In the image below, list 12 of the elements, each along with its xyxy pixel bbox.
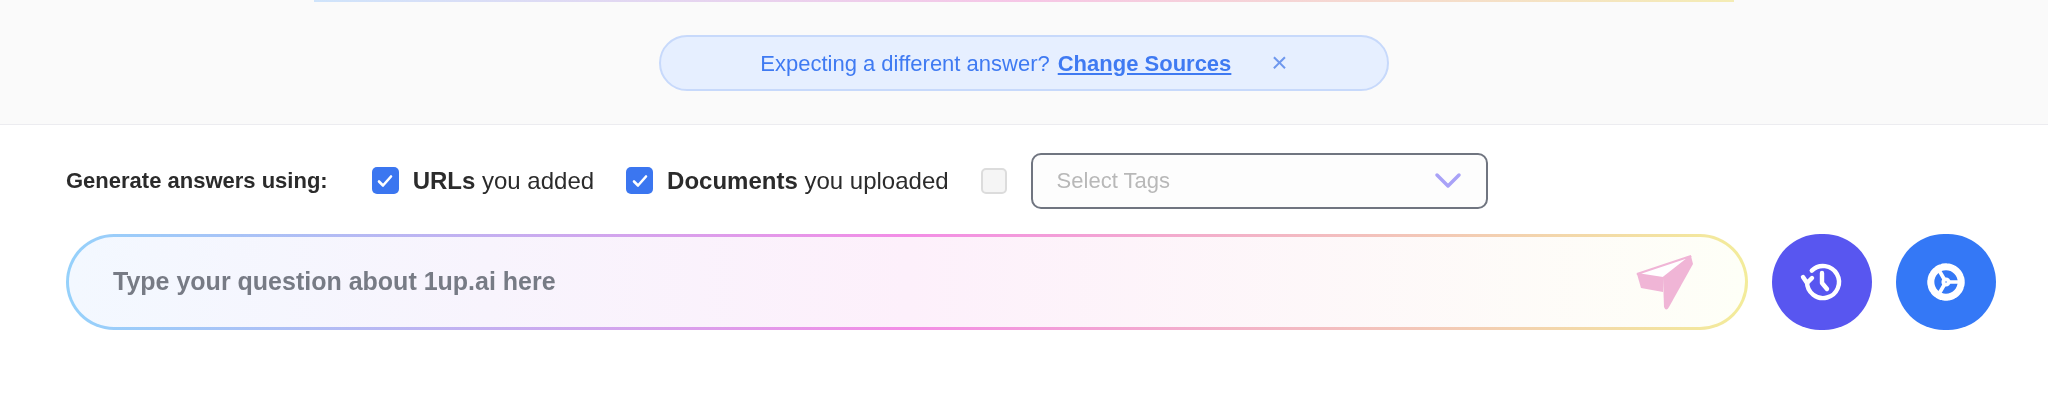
checkbox[interactable] <box>371 167 399 194</box>
change-sources-link[interactable]: Change Sources <box>1057 46 1232 80</box>
chevron-down-icon <box>1433 171 1462 190</box>
tags-select[interactable]: Select Tags <box>1030 152 1488 209</box>
sources-label: Generate answers using: <box>66 167 328 195</box>
checkbox[interactable] <box>626 167 654 194</box>
source-option-label: Documents you uploaded <box>667 165 949 196</box>
question-input[interactable]: Type your question about 1up.ai here <box>113 263 1633 301</box>
source-option-label: URLs you added <box>412 165 595 196</box>
checkbox[interactable] <box>980 167 1007 194</box>
notice-text: Expecting a different answer? <box>760 49 1050 78</box>
close-button[interactable]: × <box>1271 49 1288 77</box>
